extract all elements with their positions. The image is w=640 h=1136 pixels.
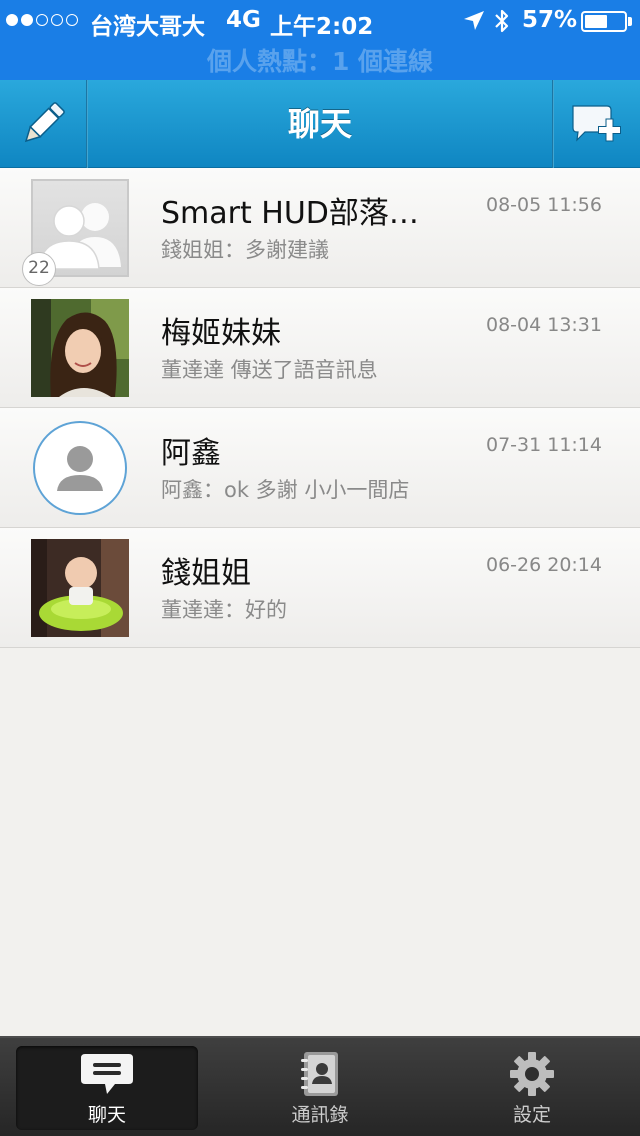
default-avatar [33,421,127,515]
person-icon [57,446,103,491]
chat-preview: 錢姐姐：多謝建議 [161,238,329,262]
chat-time: 08-04 13:31 [485,314,602,336]
tab-contacts[interactable]: 通訊錄 [229,1046,411,1130]
tab-label: 設定 [512,1104,551,1126]
location-arrow-icon [464,11,484,30]
carrier-name: 台湾大哥大 [90,14,205,40]
new-chat-icon [572,105,621,142]
group-member-count: 22 [22,252,56,286]
pencil-icon [24,102,65,143]
tab-bar: 聊天 通訊錄 設定 [0,1036,640,1136]
navigation-bar: 聊天 [0,80,640,168]
new-chat-button[interactable] [554,80,640,168]
battery-percentage: 57% [522,7,578,33]
hotspot-banner[interactable]: 個人熱點：1 個連線 [0,42,640,78]
tab-label: 通訊錄 [291,1104,349,1126]
signal-strength-icon [6,14,78,26]
tab-chat[interactable]: 聊天 [16,1046,198,1130]
chat-name: 錢姐姐 [161,556,251,591]
chat-list: 22 Smart HUD部落… 錢姐姐：多謝建議 08-05 11:56 梅姬妹… [0,168,640,648]
chat-preview: 阿鑫：ok 多謝 小小一間店 [161,478,410,502]
avatar [31,539,129,637]
avatar [31,299,129,397]
chat-time: 06-26 20:14 [485,554,602,576]
status-bar: 台湾大哥大 4G 上午2:02 57% 個人熱點：1 個連線 [0,0,640,80]
battery-icon [581,11,627,32]
chat-row[interactable]: 錢姐姐 董達達：好的 06-26 20:14 [0,528,640,648]
page-title: 聊天 [287,105,352,143]
contacts-book-icon [301,1052,338,1096]
chat-time: 08-05 11:56 [485,194,602,216]
chat-name: 阿鑫 [161,436,221,471]
baby-photo [31,539,129,637]
tab-label: 聊天 [87,1104,126,1126]
status-time: 上午2:02 [270,14,374,40]
chat-bubble-icon [81,1054,133,1094]
gear-icon [510,1052,554,1096]
bluetooth-icon [495,9,509,33]
chat-preview: 董達達：好的 [161,598,287,622]
compose-button[interactable] [0,80,86,168]
chat-time: 07-31 11:14 [485,434,602,456]
network-type: 4G [226,7,261,33]
woman-photo [31,299,129,397]
tab-settings[interactable]: 設定 [441,1046,623,1130]
chat-row[interactable]: 阿鑫 阿鑫：ok 多謝 小小一間店 07-31 11:14 [0,408,640,528]
chat-name: Smart HUD部落… [161,196,419,231]
chat-name: 梅姬妹妹 [161,316,281,351]
chat-preview: 董達達 傳送了語音訊息 [161,358,378,382]
chat-row[interactable]: 梅姬妹妹 董達達 傳送了語音訊息 08-04 13:31 [0,288,640,408]
chat-row[interactable]: 22 Smart HUD部落… 錢姐姐：多謝建議 08-05 11:56 [0,168,640,288]
battery-level-fill [585,15,607,28]
